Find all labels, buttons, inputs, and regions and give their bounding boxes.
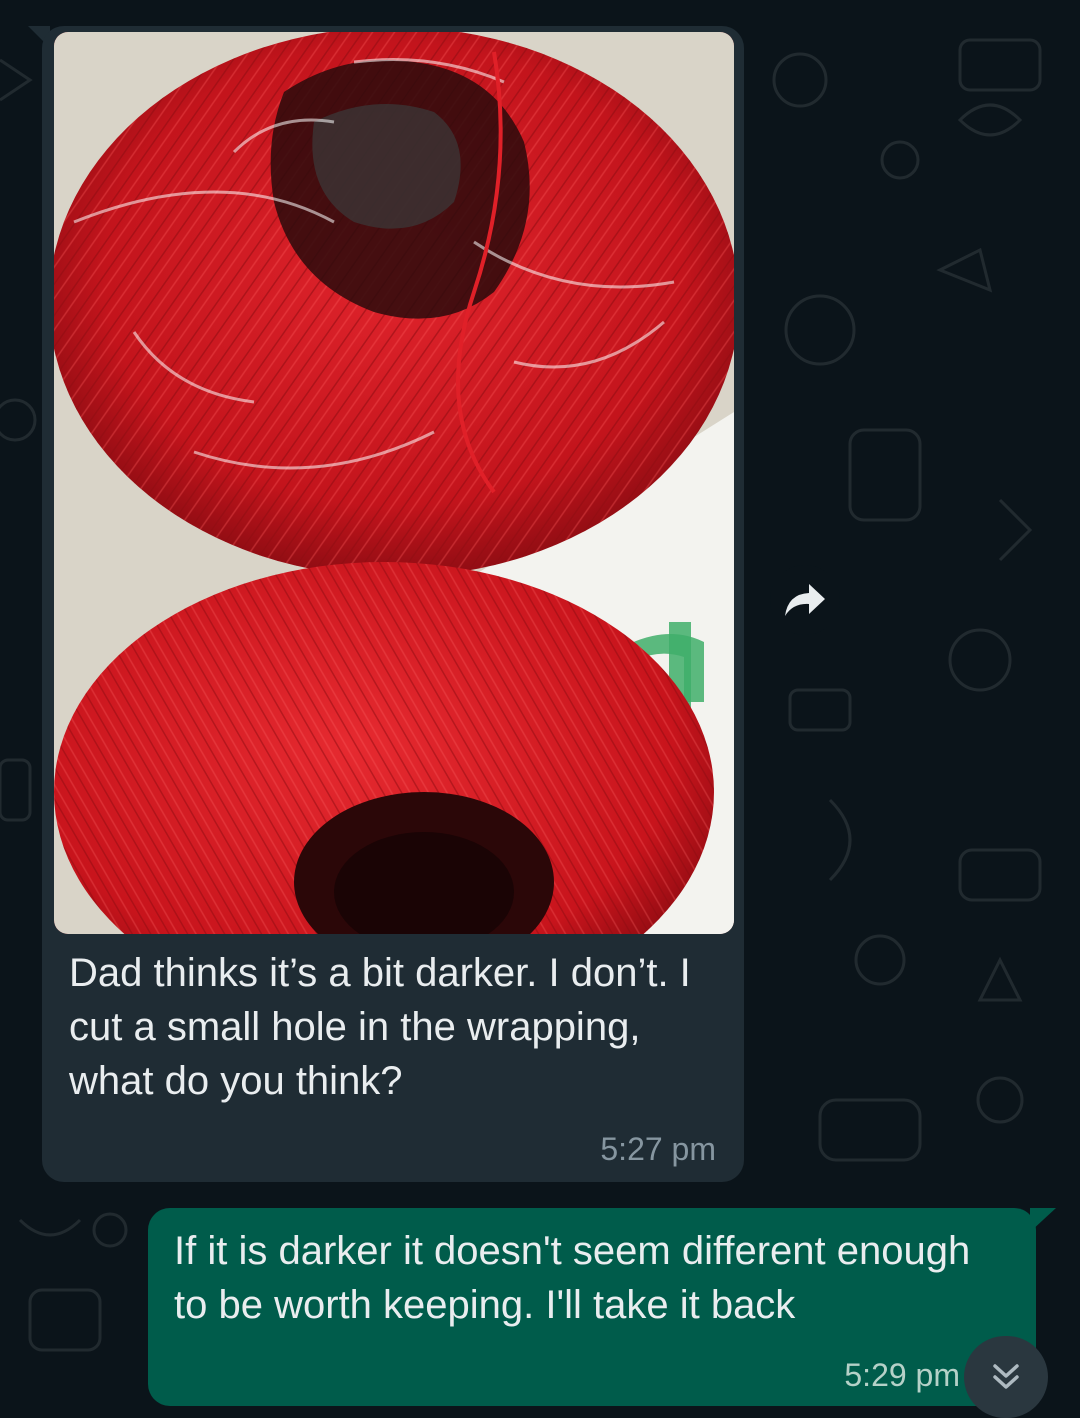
outgoing-timestamp: 5:29 pm (844, 1357, 960, 1393)
incoming-message[interactable]: Dad thinks it’s a bit darker. I don’t. I… (42, 26, 744, 1182)
outgoing-message[interactable]: If it is darker it doesn't seem differen… (148, 1208, 1036, 1406)
incoming-timestamp: 5:27 pm (600, 1131, 716, 1167)
outgoing-text: If it is darker it doesn't seem differen… (174, 1229, 971, 1327)
forward-button[interactable] (770, 565, 840, 635)
double-chevron-down-icon (993, 1364, 1019, 1389)
forward-arrow-icon (785, 584, 825, 616)
yarn-photo[interactable] (54, 32, 734, 934)
incoming-caption: Dad thinks it’s a bit darker. I don’t. I… (69, 951, 691, 1103)
scroll-to-bottom-button[interactable] (964, 1336, 1048, 1418)
